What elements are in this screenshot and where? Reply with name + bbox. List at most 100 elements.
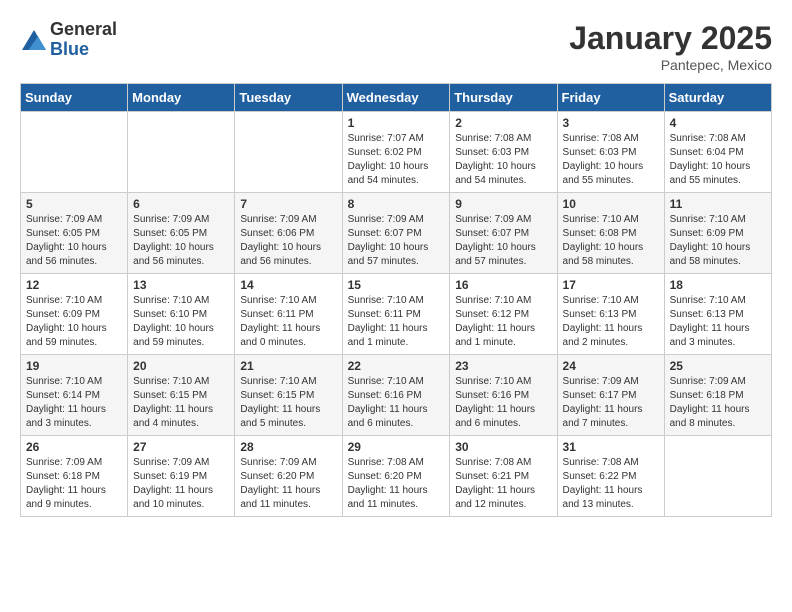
day-number: 11	[670, 197, 766, 211]
day-number: 3	[563, 116, 659, 130]
logo-general-text: General	[50, 20, 117, 40]
calendar-cell: 19 Sunrise: 7:10 AM Sunset: 6:14 PM Dayli…	[21, 355, 128, 436]
day-info: Sunrise: 7:09 AM Sunset: 6:18 PM Dayligh…	[26, 456, 122, 512]
day-number: 19	[26, 359, 122, 373]
calendar-cell: 2Sunrise: 7:08 AM Sunset: 6:03 PM Daylig…	[450, 112, 557, 193]
calendar-cell: 14 Sunrise: 7:10 AM Sunset: 6:11 PM Dayli…	[235, 274, 342, 355]
day-info: Sunrise: 7:10 AM Sunset: 6:13 PM Dayligh…	[670, 294, 766, 350]
calendar-cell: 9 Sunrise: 7:09 AM Sunset: 6:07 PM Daylig…	[450, 193, 557, 274]
day-info: Sunrise: 7:07 AM Sunset: 6:02 PM Dayligh…	[348, 132, 445, 188]
day-number: 29	[348, 440, 445, 454]
day-info: Sunrise: 7:10 AM Sunset: 6:08 PM Dayligh…	[563, 213, 659, 269]
weekday-header-tuesday: Tuesday	[235, 84, 342, 112]
calendar-cell: 12 Sunrise: 7:10 AM Sunset: 6:09 PM Dayli…	[21, 274, 128, 355]
day-info: Sunrise: 7:10 AM Sunset: 6:12 PM Dayligh…	[455, 294, 551, 350]
day-number: 12	[26, 278, 122, 292]
calendar-cell: 22 Sunrise: 7:10 AM Sunset: 6:16 PM Dayli…	[342, 355, 450, 436]
day-info: Sunrise: 7:08 AM Sunset: 6:20 PM Dayligh…	[348, 456, 445, 512]
weekday-header-wednesday: Wednesday	[342, 84, 450, 112]
calendar-cell	[664, 436, 771, 517]
page-header: General Blue January 2025 Pantepec, Mexi…	[20, 20, 772, 73]
calendar-cell: 29 Sunrise: 7:08 AM Sunset: 6:20 PM Dayli…	[342, 436, 450, 517]
calendar-cell	[128, 112, 235, 193]
day-info: Sunrise: 7:08 AM Sunset: 6:22 PM Dayligh…	[563, 456, 659, 512]
day-info: Sunrise: 7:10 AM Sunset: 6:10 PM Dayligh…	[133, 294, 229, 350]
day-number: 13	[133, 278, 229, 292]
weekday-header-sunday: Sunday	[21, 84, 128, 112]
logo-text: General Blue	[50, 20, 117, 60]
calendar-cell: 8 Sunrise: 7:09 AM Sunset: 6:07 PM Daylig…	[342, 193, 450, 274]
title-area: January 2025 Pantepec, Mexico	[569, 20, 772, 73]
day-number: 23	[455, 359, 551, 373]
day-number: 15	[348, 278, 445, 292]
day-info: Sunrise: 7:10 AM Sunset: 6:16 PM Dayligh…	[348, 375, 445, 431]
day-info: Sunrise: 7:09 AM Sunset: 6:17 PM Dayligh…	[563, 375, 659, 431]
day-number: 21	[240, 359, 336, 373]
day-info: Sunrise: 7:10 AM Sunset: 6:09 PM Dayligh…	[670, 213, 766, 269]
day-number: 16	[455, 278, 551, 292]
day-info: Sunrise: 7:09 AM Sunset: 6:06 PM Dayligh…	[240, 213, 336, 269]
calendar-week-1: 1 Sunrise: 7:07 AM Sunset: 6:02 PM Daylig…	[21, 112, 772, 193]
calendar-cell: 7 Sunrise: 7:09 AM Sunset: 6:06 PM Daylig…	[235, 193, 342, 274]
day-info: Sunrise: 7:10 AM Sunset: 6:09 PM Dayligh…	[26, 294, 122, 350]
day-number: 8	[348, 197, 445, 211]
calendar-cell: 4Sunrise: 7:08 AM Sunset: 6:04 PM Daylig…	[664, 112, 771, 193]
calendar-cell: 16 Sunrise: 7:10 AM Sunset: 6:12 PM Dayli…	[450, 274, 557, 355]
calendar-cell: 30Sunrise: 7:08 AM Sunset: 6:21 PM Dayli…	[450, 436, 557, 517]
day-info: Sunrise: 7:10 AM Sunset: 6:15 PM Dayligh…	[240, 375, 336, 431]
day-number: 31	[563, 440, 659, 454]
logo-blue-text: Blue	[50, 40, 117, 60]
calendar-cell: 3 Sunrise: 7:08 AM Sunset: 6:03 PM Daylig…	[557, 112, 664, 193]
weekday-header-thursday: Thursday	[450, 84, 557, 112]
day-number: 20	[133, 359, 229, 373]
day-number: 24	[563, 359, 659, 373]
calendar-cell: 28Sunrise: 7:09 AM Sunset: 6:20 PM Dayli…	[235, 436, 342, 517]
calendar-cell: 31 Sunrise: 7:08 AM Sunset: 6:22 PM Dayli…	[557, 436, 664, 517]
calendar-cell: 21 Sunrise: 7:10 AM Sunset: 6:15 PM Dayli…	[235, 355, 342, 436]
location-title: Pantepec, Mexico	[569, 57, 772, 73]
calendar-week-4: 19 Sunrise: 7:10 AM Sunset: 6:14 PM Dayli…	[21, 355, 772, 436]
calendar-cell: 26 Sunrise: 7:09 AM Sunset: 6:18 PM Dayli…	[21, 436, 128, 517]
day-number: 17	[563, 278, 659, 292]
calendar-body: 1 Sunrise: 7:07 AM Sunset: 6:02 PM Daylig…	[21, 112, 772, 517]
day-info: Sunrise: 7:09 AM Sunset: 6:20 PM Dayligh…	[240, 456, 336, 512]
calendar-cell: 15Sunrise: 7:10 AM Sunset: 6:11 PM Dayli…	[342, 274, 450, 355]
month-title: January 2025	[569, 20, 772, 57]
day-info: Sunrise: 7:09 AM Sunset: 6:07 PM Dayligh…	[455, 213, 551, 269]
calendar-week-2: 5 Sunrise: 7:09 AM Sunset: 6:05 PM Daylig…	[21, 193, 772, 274]
day-number: 7	[240, 197, 336, 211]
day-number: 10	[563, 197, 659, 211]
calendar-cell: 10 Sunrise: 7:10 AM Sunset: 6:08 PM Dayli…	[557, 193, 664, 274]
day-info: Sunrise: 7:10 AM Sunset: 6:16 PM Dayligh…	[455, 375, 551, 431]
calendar-cell: 1 Sunrise: 7:07 AM Sunset: 6:02 PM Daylig…	[342, 112, 450, 193]
calendar: SundayMondayTuesdayWednesdayThursdayFrid…	[20, 83, 772, 517]
calendar-cell: 17Sunrise: 7:10 AM Sunset: 6:13 PM Dayli…	[557, 274, 664, 355]
day-number: 22	[348, 359, 445, 373]
weekday-header-friday: Friday	[557, 84, 664, 112]
calendar-cell	[21, 112, 128, 193]
day-number: 26	[26, 440, 122, 454]
day-number: 5	[26, 197, 122, 211]
calendar-cell	[235, 112, 342, 193]
day-info: Sunrise: 7:09 AM Sunset: 6:19 PM Dayligh…	[133, 456, 229, 512]
weekday-header-row: SundayMondayTuesdayWednesdayThursdayFrid…	[21, 84, 772, 112]
day-info: Sunrise: 7:10 AM Sunset: 6:11 PM Dayligh…	[240, 294, 336, 350]
day-info: Sunrise: 7:10 AM Sunset: 6:14 PM Dayligh…	[26, 375, 122, 431]
day-number: 27	[133, 440, 229, 454]
day-number: 14	[240, 278, 336, 292]
day-info: Sunrise: 7:08 AM Sunset: 6:04 PM Dayligh…	[670, 132, 766, 188]
logo: General Blue	[20, 20, 117, 60]
day-info: Sunrise: 7:09 AM Sunset: 6:18 PM Dayligh…	[670, 375, 766, 431]
day-number: 18	[670, 278, 766, 292]
day-info: Sunrise: 7:09 AM Sunset: 6:07 PM Dayligh…	[348, 213, 445, 269]
day-number: 9	[455, 197, 551, 211]
calendar-week-3: 12 Sunrise: 7:10 AM Sunset: 6:09 PM Dayli…	[21, 274, 772, 355]
day-number: 2	[455, 116, 551, 130]
day-number: 6	[133, 197, 229, 211]
day-info: Sunrise: 7:09 AM Sunset: 6:05 PM Dayligh…	[26, 213, 122, 269]
weekday-header-saturday: Saturday	[664, 84, 771, 112]
calendar-cell: 6Sunrise: 7:09 AM Sunset: 6:05 PM Daylig…	[128, 193, 235, 274]
day-number: 1	[348, 116, 445, 130]
day-info: Sunrise: 7:08 AM Sunset: 6:03 PM Dayligh…	[563, 132, 659, 188]
day-info: Sunrise: 7:08 AM Sunset: 6:21 PM Dayligh…	[455, 456, 551, 512]
